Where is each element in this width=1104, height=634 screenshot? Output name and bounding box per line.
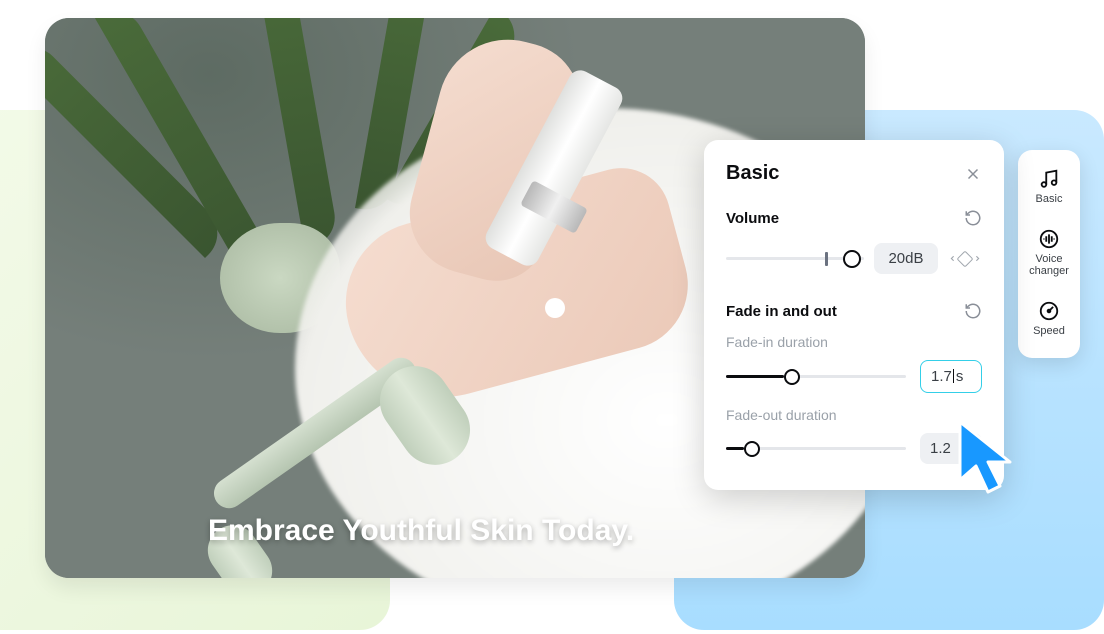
fade-in-duration-input[interactable]: 1.7s [920, 360, 982, 393]
reset-icon[interactable] [964, 302, 982, 320]
keyframe-diamond-icon [957, 250, 974, 267]
panel-title: Basic [726, 162, 779, 185]
volume-value-badge[interactable]: 20dB [874, 243, 938, 274]
tool-speed-label: Speed [1033, 325, 1065, 338]
tool-voice-changer[interactable]: Voice changer [1022, 220, 1076, 286]
fade-section-label: Fade in and out [726, 303, 837, 320]
keyframe-control[interactable] [948, 253, 982, 265]
fade-in-label: Fade-in duration [726, 334, 982, 350]
side-toolbar: Basic Voice changer Speed [1018, 150, 1080, 358]
reset-icon[interactable] [964, 209, 982, 227]
lotion-drop [545, 298, 565, 318]
fade-out-label: Fade-out duration [726, 407, 982, 423]
speed-gauge-icon [1038, 300, 1060, 322]
fade-out-slider[interactable] [726, 439, 906, 459]
video-caption-text: Embrace Youthful Skin Today. [208, 514, 634, 548]
fade-in-unit: s [956, 368, 964, 385]
tool-speed[interactable]: Speed [1022, 292, 1076, 346]
chevron-left-icon [948, 254, 957, 263]
music-note-icon [1038, 168, 1060, 190]
volume-label: Volume [726, 210, 779, 227]
tool-voice-changer-label: Voice changer [1022, 253, 1076, 278]
fade-in-slider[interactable] [726, 367, 906, 387]
fade-in-value: 1.7 [931, 368, 952, 385]
tool-basic-label: Basic [1036, 193, 1063, 206]
cursor-pointer-graphic [956, 418, 1026, 504]
chevron-right-icon [973, 254, 982, 263]
close-icon[interactable] [964, 165, 982, 183]
tool-basic[interactable]: Basic [1022, 160, 1076, 214]
voice-wave-icon [1038, 228, 1060, 250]
volume-slider[interactable] [726, 249, 864, 269]
